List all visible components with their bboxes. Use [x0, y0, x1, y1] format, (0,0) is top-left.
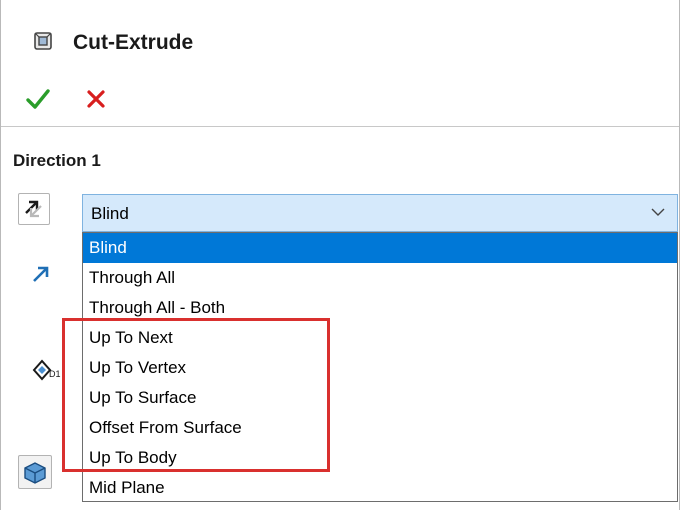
option-through-all[interactable]: Through All: [83, 263, 677, 293]
depth-dimension-icon: D1: [32, 359, 61, 381]
option-up-to-body[interactable]: Up To Body: [83, 443, 677, 473]
end-condition-select[interactable]: Blind: [82, 194, 678, 232]
direction-arrow-icon: [33, 266, 49, 282]
solid-body-button[interactable]: [18, 455, 52, 489]
feature-title: Cut-Extrude: [73, 31, 194, 54]
option-mid-plane[interactable]: Mid Plane: [83, 473, 677, 501]
end-condition-dropdown: Blind Through All Through All - Both Up …: [82, 232, 678, 502]
option-through-all-both[interactable]: Through All - Both: [83, 293, 677, 323]
direction-section-title: Direction 1: [13, 151, 101, 170]
svg-text:D1: D1: [49, 369, 61, 379]
reverse-direction-icon: [25, 200, 42, 218]
chevron-down-icon: [651, 208, 665, 216]
option-blind[interactable]: Blind: [83, 233, 677, 263]
option-up-to-vertex[interactable]: Up To Vertex: [83, 353, 677, 383]
option-up-to-next[interactable]: Up To Next: [83, 323, 677, 353]
property-manager-panel: Cut-Extrude Direction 1 D1 Blind Blind T…: [0, 0, 680, 510]
header-divider: [1, 126, 679, 127]
cut-extrude-icon: [34, 32, 52, 50]
option-up-to-surface[interactable]: Up To Surface: [83, 383, 677, 413]
solid-body-icon: [24, 462, 46, 484]
option-offset-from-surface[interactable]: Offset From Surface: [83, 413, 677, 443]
ok-button[interactable]: [25, 86, 51, 112]
end-condition-value: Blind: [91, 204, 129, 223]
cancel-button[interactable]: [83, 86, 109, 112]
reverse-direction-button[interactable]: [18, 193, 50, 225]
